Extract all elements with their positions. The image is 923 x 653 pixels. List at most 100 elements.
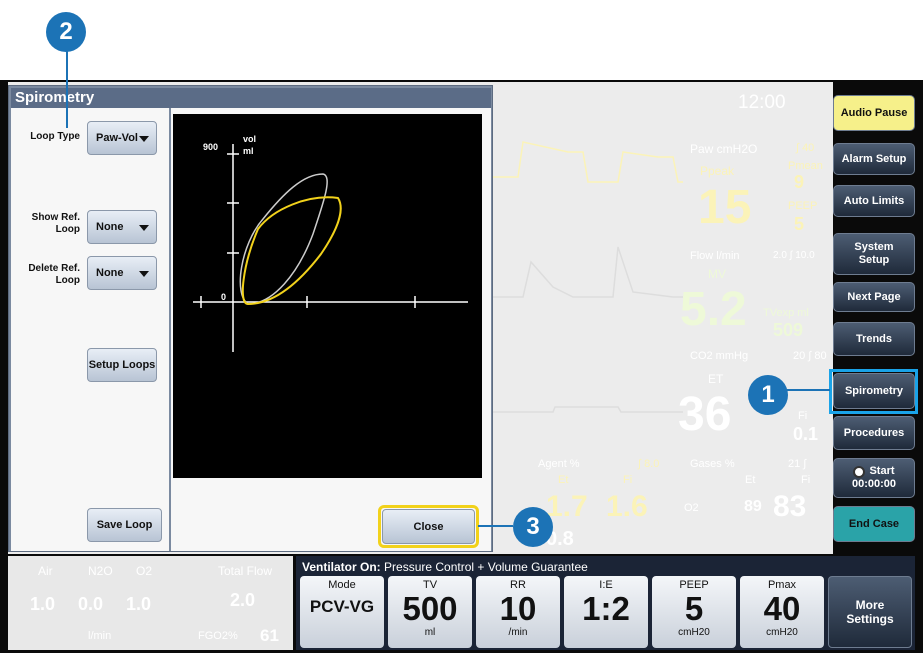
vent-rr-value: 10	[499, 590, 537, 627]
flow-panel: Air N2O O2 1.0 0.0 1.0 l/min Total Flow …	[8, 556, 293, 650]
callout-3: 3	[513, 507, 553, 547]
loop-plot: 900 vol ml 0	[173, 114, 482, 478]
air-value: 1.0	[30, 594, 56, 614]
o2-label: O2	[684, 502, 699, 514]
procedures-button[interactable]: Procedures	[833, 416, 915, 450]
tvexp-value: 509	[773, 320, 804, 340]
vent-ie-value: 1:2	[582, 590, 630, 627]
et-label: ET	[708, 372, 724, 386]
show-ref-loop-label: Show Ref. Loop	[31, 212, 80, 235]
gases-et-label: Et	[745, 474, 756, 486]
ventilator-panel: Ventilator On: Pressure Control + Volume…	[296, 556, 915, 650]
vent-mode-label: Mode	[328, 579, 356, 591]
more-settings-button[interactable]: More Settings	[828, 576, 912, 648]
peep-value: 5	[794, 214, 805, 234]
vent-tv-cell[interactable]: TV 500 ml	[388, 576, 472, 648]
paw-label: Paw cmH2O	[690, 142, 758, 156]
callout-1: 1	[748, 375, 788, 415]
spirometry-button[interactable]: Spirometry	[833, 373, 915, 409]
flow-label: Flow l/min	[690, 250, 740, 262]
auto-limits-button[interactable]: Auto Limits	[833, 185, 915, 217]
peep-label: PEEP	[788, 200, 818, 212]
tvexp-label: TVexp ml	[763, 307, 809, 319]
alarm-setup-button[interactable]: Alarm Setup	[833, 143, 915, 175]
vent-mode-cell[interactable]: Mode PCV-VG	[300, 576, 384, 648]
et-value: 36	[678, 388, 732, 441]
total-flow-label: Total Flow	[218, 564, 273, 578]
show-ref-loop-dropdown[interactable]: None	[87, 210, 157, 244]
delete-ref-loop-dropdown[interactable]: None	[87, 256, 157, 290]
flow-unit: l/min	[88, 630, 112, 642]
timer-icon	[853, 465, 866, 478]
agent-et-label: Et	[558, 474, 569, 486]
vent-tv-unit: ml	[424, 627, 436, 638]
total-flow-value: 2.0	[230, 590, 256, 610]
loop-type-label: Loop Type	[30, 131, 80, 142]
o2-flow-label: O2	[136, 564, 153, 578]
o2-fi-value: 83	[773, 490, 807, 523]
agent-et-value: 1.7	[546, 490, 588, 523]
loop-type-dropdown[interactable]: Paw-Vol	[87, 121, 157, 155]
fgo2-value: 61	[260, 626, 279, 645]
pmean-value: 9	[794, 172, 805, 192]
gases-label: Gases %	[690, 458, 735, 470]
vent-title: Ventilator On: Pressure Control + Volume…	[302, 560, 588, 574]
end-case-button[interactable]: End Case	[833, 506, 915, 542]
pmean-label: Pmean	[788, 160, 823, 172]
fi-value: 0.1	[793, 424, 819, 444]
co2-label: CO2 mmHg	[690, 350, 749, 362]
loop-plot-svg: 900 vol ml 0	[193, 134, 468, 352]
y-unit-label: vol	[243, 134, 256, 144]
vent-rr-cell[interactable]: RR 10 /min	[476, 576, 560, 648]
callout-3-line	[478, 525, 513, 527]
zero-label: 0	[221, 292, 226, 302]
dialog-title: Spirometry	[11, 88, 491, 108]
fi-label: Fi	[798, 410, 808, 422]
setup-loops-button[interactable]: Setup Loops	[87, 348, 157, 382]
delete-ref-loop-label: Delete Ref. Loop	[28, 263, 80, 286]
ppeak-label: Ppeak	[700, 164, 735, 178]
n2o-value: 0.0	[78, 594, 104, 614]
dialog-controls	[11, 108, 169, 551]
vent-peep-cell[interactable]: PEEP 5 cmH20	[652, 576, 736, 648]
callout-2: 2	[46, 12, 86, 52]
co2-limits: 20 ∫ 80	[793, 350, 827, 362]
next-page-button[interactable]: Next Page	[833, 282, 915, 312]
agent-label: Agent %	[538, 458, 580, 470]
close-button[interactable]: Close	[382, 509, 475, 544]
n2o-label: N2O	[88, 564, 113, 578]
mv-value: 5.2	[680, 283, 747, 336]
y-unit-label-2: ml	[243, 146, 254, 156]
vent-peep-value: 5	[684, 590, 704, 627]
callout-1-line	[785, 389, 830, 391]
vent-rr-unit: /min	[508, 627, 528, 638]
y-max-label: 900	[203, 142, 218, 152]
vent-mode-desc: Pressure Control + Volume Guarantee	[384, 560, 588, 574]
mv-label: MV	[708, 267, 726, 281]
gases-limits: 21 ∫	[788, 458, 807, 470]
start-label: Start	[869, 465, 895, 477]
vent-pmax-cell[interactable]: Pmax 40 cmH20	[740, 576, 824, 648]
save-loop-button[interactable]: Save Loop	[87, 508, 162, 542]
o2-flow-value: 1.0	[126, 594, 152, 614]
o2-et-value: 89	[744, 498, 762, 515]
callout-2-line	[66, 40, 68, 128]
dropdown-caret-icon	[139, 225, 149, 231]
timer-value: 00:00:00	[851, 478, 897, 490]
vent-mode-value: PCV-VG	[309, 597, 375, 616]
delete-ref-loop-value: None	[96, 267, 124, 279]
start-timer-button[interactable]: Start 00:00:00	[833, 458, 915, 498]
agent-limit: ∫ 8.0	[638, 458, 660, 470]
agent-fi-label: Fi	[623, 474, 633, 486]
vent-pmax-unit: cmH20	[766, 627, 798, 638]
vent-ie-cell[interactable]: I:E 1:2	[564, 576, 648, 648]
ppeak-value: 15	[698, 181, 752, 234]
trends-button[interactable]: Trends	[833, 322, 915, 356]
dropdown-caret-icon	[139, 271, 149, 277]
paw-limit: ∫ 40	[796, 142, 815, 154]
vent-status: Ventilator On:	[302, 560, 381, 574]
audio-pause-button[interactable]: Audio Pause	[833, 95, 915, 131]
vent-pmax-value: 40	[763, 590, 801, 627]
vent-tv-value: 500	[402, 590, 458, 627]
system-setup-button[interactable]: System Setup	[833, 233, 915, 275]
